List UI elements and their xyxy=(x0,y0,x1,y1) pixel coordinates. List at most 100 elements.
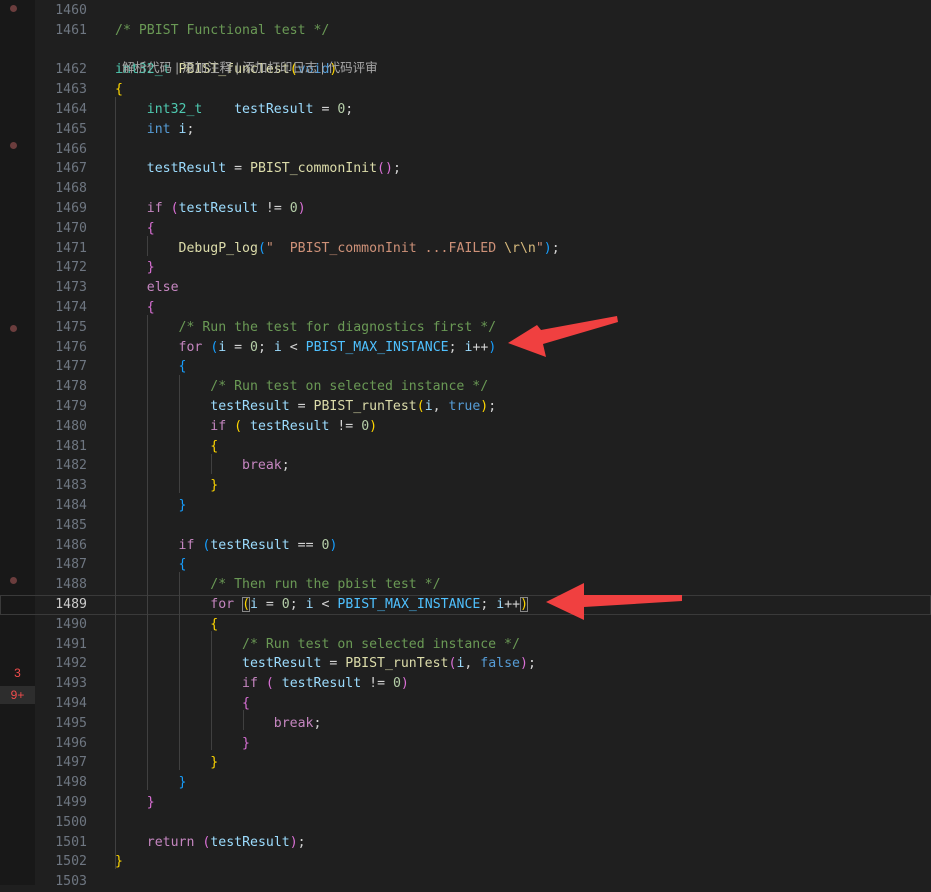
code-line[interactable]: 1468 xyxy=(0,179,931,199)
code-line[interactable]: 1485 xyxy=(0,516,931,536)
code-line[interactable]: 1463 { xyxy=(0,80,931,100)
codelens-add-comment[interactable]: 添加注释 xyxy=(182,61,232,75)
code-line[interactable]: 1482 break; xyxy=(0,456,931,476)
code-text: } xyxy=(115,793,155,813)
code-line[interactable]: 1502} xyxy=(0,852,931,872)
code-line[interactable]: 1498 } xyxy=(0,773,931,793)
code-token: /* Run the test for diagnostics first */ xyxy=(178,319,497,335)
indent-guide xyxy=(243,710,244,730)
line-number: 1473 xyxy=(55,280,87,296)
code-line[interactable]: 1481 { xyxy=(0,437,931,457)
code-token: return xyxy=(146,834,195,850)
code-token: } xyxy=(178,775,187,791)
code-line[interactable]: 1470 { xyxy=(0,219,931,239)
code-line[interactable]: 1473 else xyxy=(0,278,931,298)
code-line[interactable]: 1488 /* Then run the pbist test */ xyxy=(0,575,931,595)
line-number: 1490 xyxy=(55,616,87,632)
code-token: else xyxy=(146,280,179,296)
code-token: testResult xyxy=(242,656,322,672)
code-text: } xyxy=(115,476,218,496)
code-text: } xyxy=(115,496,187,516)
code-line[interactable]: 1467 testResult = PBIST_commonInit(); xyxy=(0,159,931,179)
code-line[interactable]: 1490 { xyxy=(0,615,931,635)
code-line[interactable]: 1483 } xyxy=(0,476,931,496)
code-text: if ( testResult != 0) xyxy=(115,674,409,694)
code-line[interactable]: 1474 { xyxy=(0,298,931,318)
code-line[interactable]: 1487 { xyxy=(0,555,931,575)
code-line[interactable]: 1494 { xyxy=(0,694,931,714)
breakpoint-dot-icon[interactable] xyxy=(10,142,17,149)
code-line[interactable]: 1465 int i; xyxy=(0,120,931,140)
code-line[interactable]: 1489 for (i = 0; i < PBIST_MAX_INSTANCE;… xyxy=(0,595,931,615)
code-line[interactable]: 1472 } xyxy=(0,258,931,278)
code-line[interactable]: 1471 DebugP_log(" PBIST_commonInit ...FA… xyxy=(0,239,931,259)
code-token: ) xyxy=(400,676,409,692)
code-token: ++ xyxy=(472,339,489,355)
code-token: < xyxy=(281,339,306,355)
code-line[interactable]: 1501 return (testResult); xyxy=(0,833,931,853)
code-line[interactable]: 1493 if ( testResult != 0) xyxy=(0,674,931,694)
code-token: } xyxy=(146,260,155,276)
code-line[interactable]: 1460 xyxy=(0,1,931,21)
line-number: 1469 xyxy=(55,201,87,216)
code-token: ; xyxy=(186,121,195,137)
code-line[interactable]: 1486 if (testResult == 0) xyxy=(0,536,931,556)
code-line[interactable]: 1491 /* Run test on selected instance */ xyxy=(0,635,931,655)
code-token: ; xyxy=(392,161,401,177)
code-line[interactable]: 1466 xyxy=(0,140,931,160)
code-text: /* Run test on selected instance */ xyxy=(115,377,488,397)
line-number: 1483 xyxy=(55,478,87,494)
code-token: ; xyxy=(480,597,497,612)
code-line[interactable]: 1476 for (i = 0; i < PBIST_MAX_INSTANCE;… xyxy=(0,338,931,358)
code-token: != xyxy=(361,676,393,692)
line-number: 1503 xyxy=(55,874,87,890)
code-line[interactable]: 1484 } xyxy=(0,496,931,516)
breakpoint-dot-icon[interactable] xyxy=(10,5,17,12)
code-line[interactable]: 1492 testResult = PBIST_runTest(i, false… xyxy=(0,654,931,674)
breakpoint-dot-icon[interactable] xyxy=(10,325,17,332)
indent-guide xyxy=(179,572,180,770)
code-line[interactable]: 1499 } xyxy=(0,793,931,813)
code-token: = xyxy=(226,161,250,177)
code-text: } xyxy=(115,753,218,773)
code-token: ; xyxy=(258,339,274,355)
code-line[interactable]: 1497 } xyxy=(0,753,931,773)
codelens-add-log[interactable]: 添加打印日志 xyxy=(242,61,317,75)
code-token: 0 xyxy=(281,597,290,612)
breakpoint-dot-icon[interactable] xyxy=(10,577,17,584)
code-editor[interactable]: 1460 1461 /* PBIST Functional test */ 1462 i… xyxy=(0,0,931,889)
code-line[interactable]: 1461 /* PBIST Functional test */ xyxy=(0,21,931,41)
code-line[interactable]: 1477 { xyxy=(0,357,931,377)
line-number: 1472 xyxy=(55,260,87,276)
code-token: if xyxy=(210,418,227,434)
code-token: ; xyxy=(313,715,322,731)
code-token: != xyxy=(257,201,290,216)
code-line[interactable]: 1478 /* Run test on selected instance */ xyxy=(0,377,931,397)
code-line[interactable]: 1475 /* Run the test for diagnostics fir… xyxy=(0,318,931,338)
code-line[interactable]: 1464 int32_t testResult = 0; xyxy=(0,100,931,120)
code-token: testResult xyxy=(178,201,258,216)
codelens-code-review[interactable]: 代码评审 xyxy=(328,61,378,75)
code-line[interactable]: 1479 testResult = PBIST_runTest(i, true)… xyxy=(0,397,931,417)
code-token: ; xyxy=(448,339,465,355)
codelens-analyze-code[interactable]: 解析代码 xyxy=(122,61,172,75)
codelens-separator: | xyxy=(171,61,183,75)
code-line[interactable]: 1503 xyxy=(0,872,931,892)
code-line[interactable]: 1500 xyxy=(0,813,931,833)
problem-count-badge[interactable]: 3 xyxy=(0,664,35,682)
code-line[interactable]: 1496 } xyxy=(0,734,931,754)
problem-count-badge-active[interactable]: 9+ xyxy=(0,686,35,704)
code-line[interactable]: 1469 if (testResult != 0) xyxy=(0,199,931,219)
indent-guide xyxy=(179,375,180,493)
code-line[interactable]: 1480 if ( testResult != 0) xyxy=(0,417,931,437)
code-line[interactable]: 1495 break; xyxy=(0,714,931,734)
code-token: /* Run test on selected instance */ xyxy=(210,379,489,395)
code-token: } xyxy=(178,498,187,513)
